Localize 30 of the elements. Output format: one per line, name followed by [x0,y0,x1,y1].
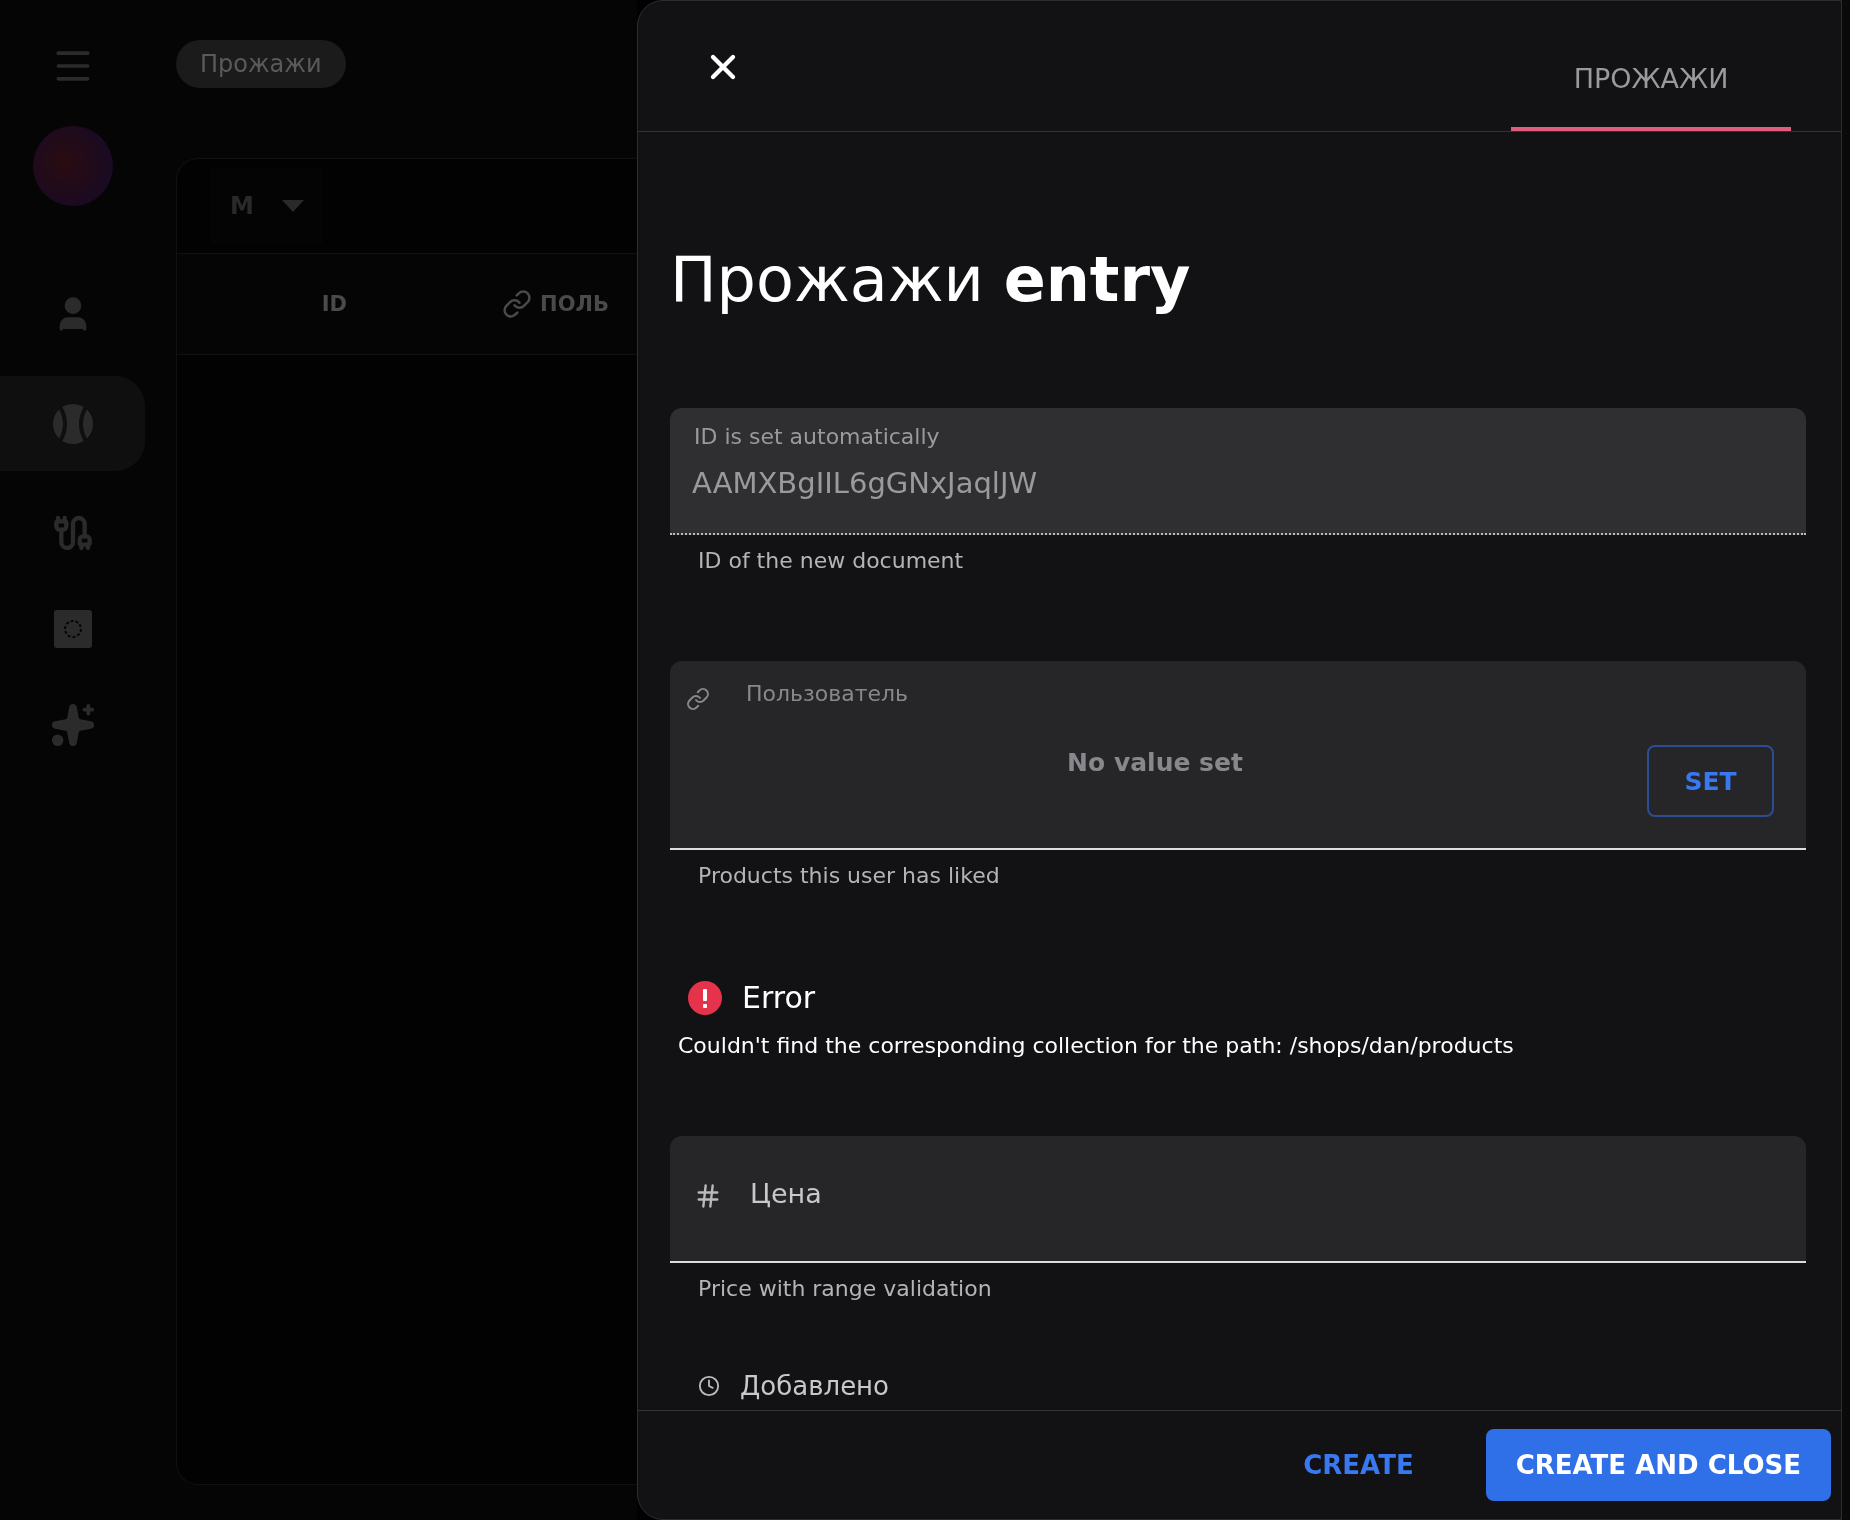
scroll-bar[interactable] [1842,0,1850,1520]
empty-value-text: No value set [1066,748,1244,777]
field-label: Пользователь [746,681,908,706]
create-button[interactable]: CREATE [1273,1429,1444,1501]
error-title: Error [742,980,816,1015]
field-label: Добавлено [740,1371,890,1401]
tab[interactable]: ПРОЖАЖИ [1511,49,1791,131]
panel-title: Прожажи entry [670,242,1192,318]
id-value: AAMXBgIIL6gGNxJaqlJW [692,466,1692,500]
sparkles-icon [49,702,96,748]
helper-text: ID of the new document [698,548,965,573]
clock-icon [698,1375,720,1397]
price-field[interactable]: Цена [670,1136,1806,1263]
ball-icon [51,402,94,445]
link-icon [686,687,710,711]
link-icon [502,289,533,319]
error-icon [688,980,722,1015]
column-header: ID [321,292,347,316]
cable-icon [52,513,93,553]
create-and-close-button[interactable]: CREATE AND CLOSE [1485,1429,1831,1501]
breadcrumb-chip[interactable]: Прожажи [176,40,346,88]
column-header: ПОЛЬ [540,292,609,316]
helper-text: Price with range validation [698,1276,993,1301]
field-label: ID is set automatically [694,424,940,449]
set-button[interactable]: SET [1647,745,1774,817]
helper-text: Products this user has liked [698,863,1001,888]
sidebar-item[interactable] [0,376,145,471]
error-message: Couldn't find the corresponding collection for the path: /shops/dan/products [678,1033,1515,1058]
field-label: Цена [750,1178,822,1209]
caret-icon [281,200,304,212]
